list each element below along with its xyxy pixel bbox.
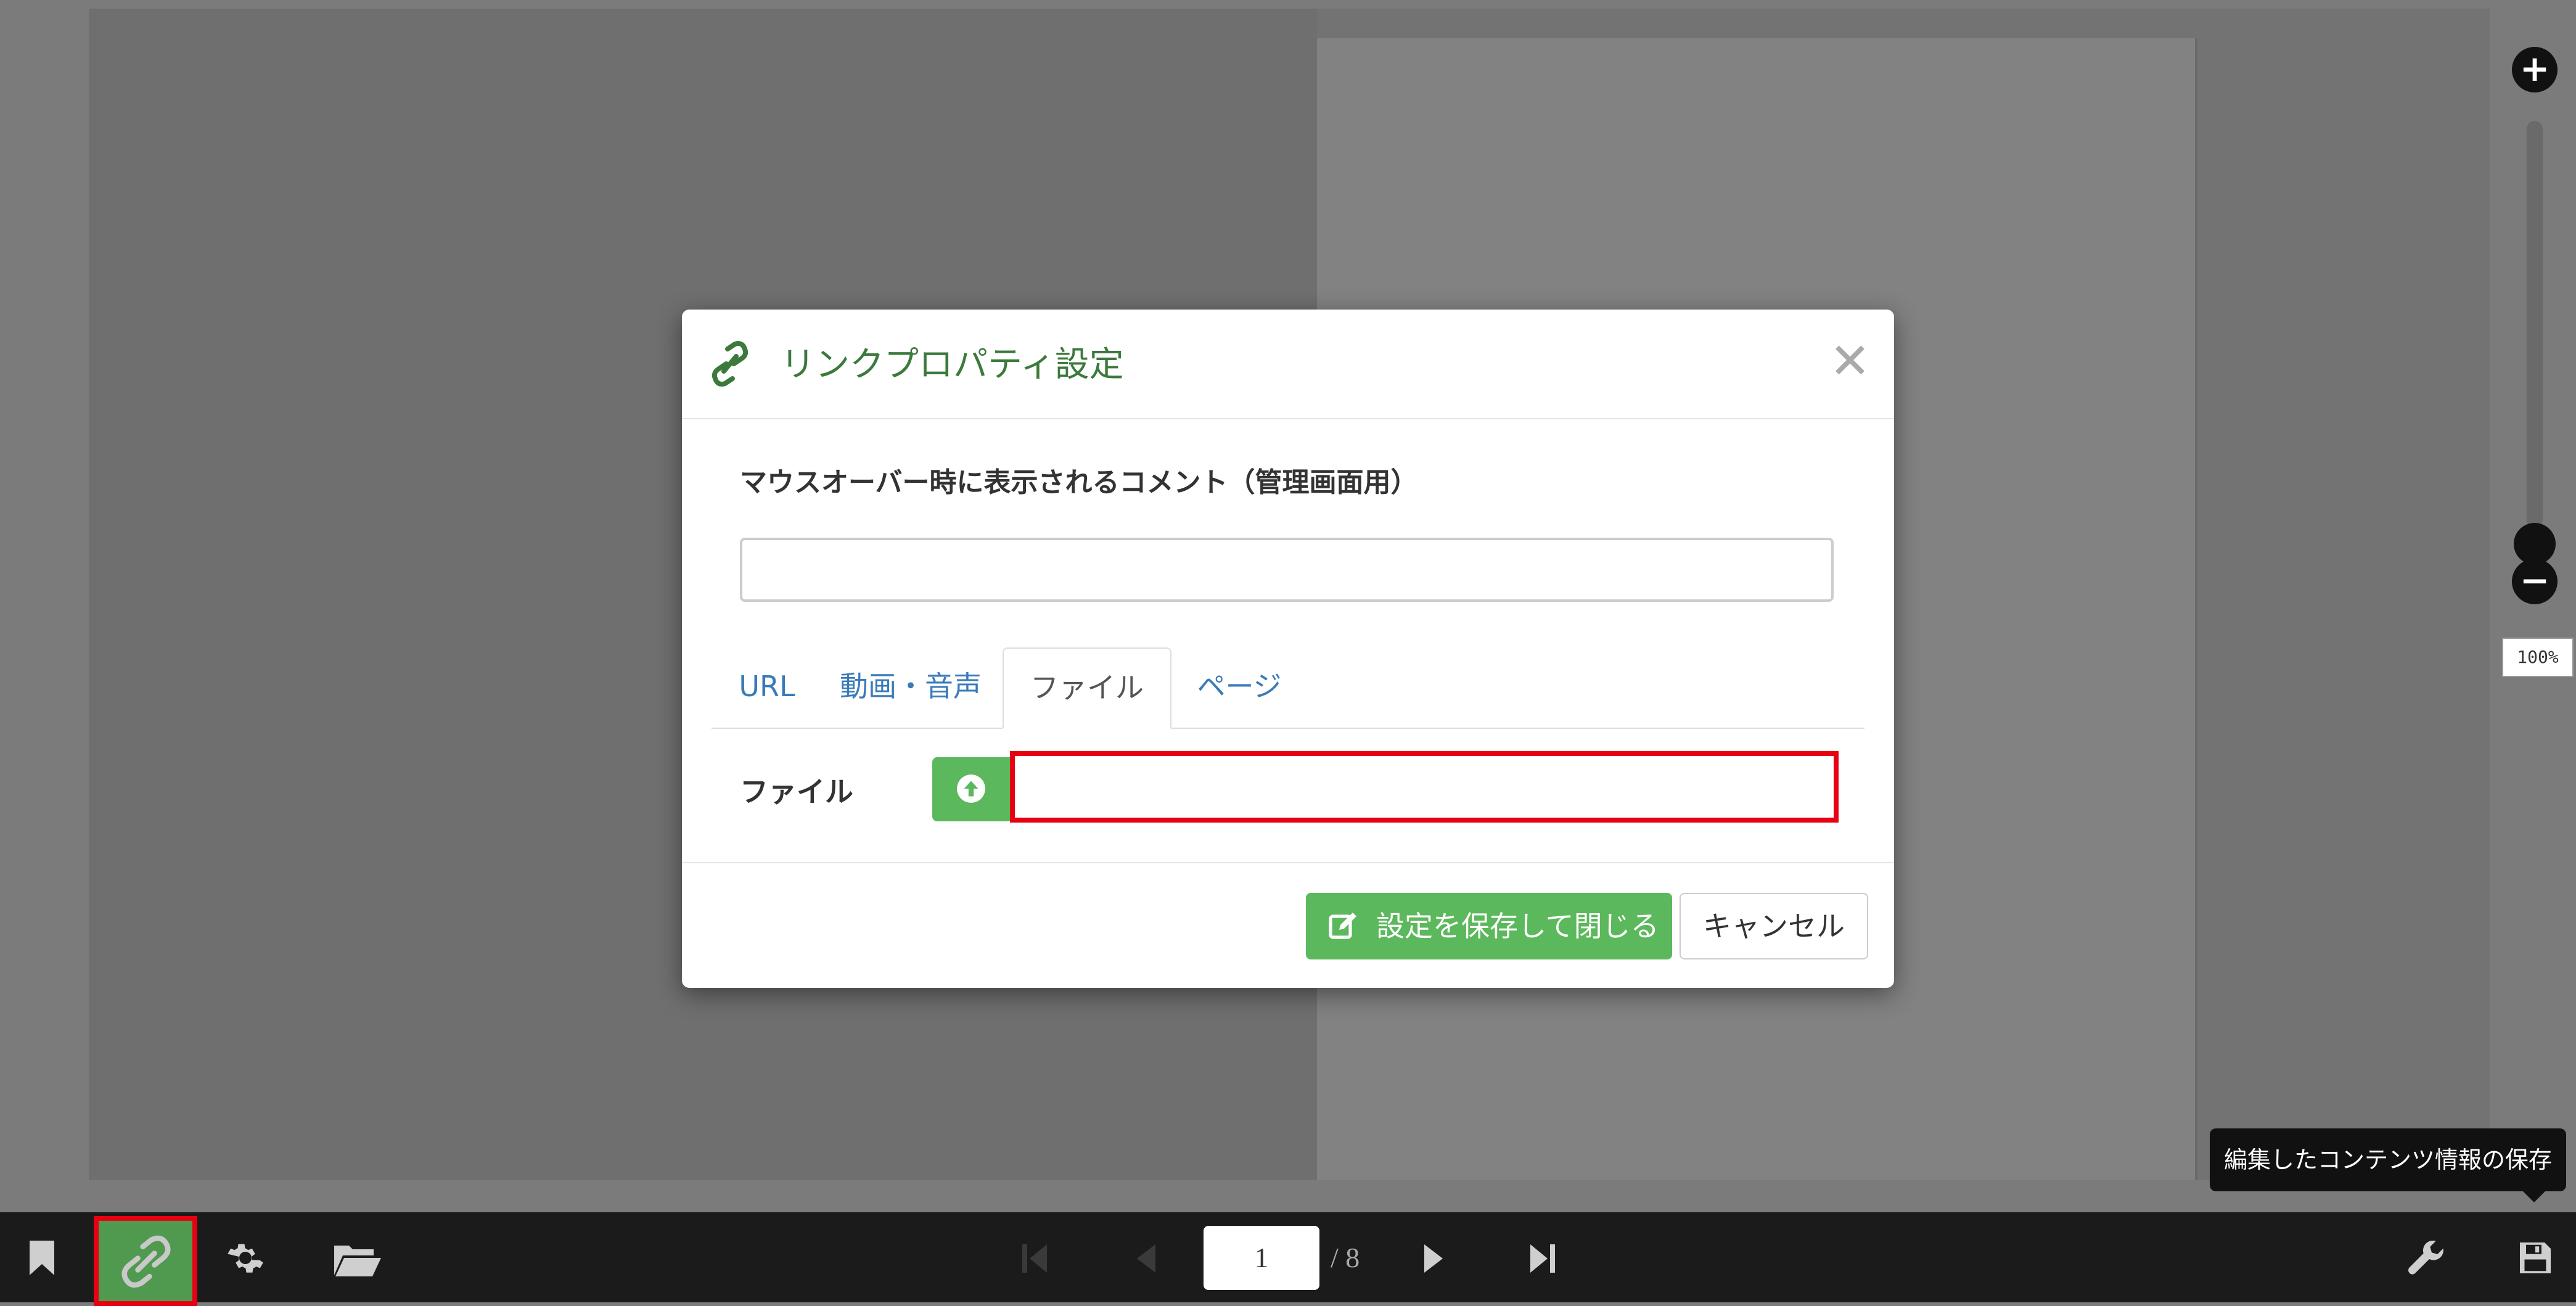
link-type-tabs: URL 動画・音声 ファイル ページ <box>712 647 1864 729</box>
page-number-input[interactable]: 1 <box>1204 1226 1319 1290</box>
comment-label: マウスオーバー時に表示されるコメント（管理画面用） <box>740 467 1418 498</box>
save-and-close-label: 設定を保存して閉じる <box>1376 910 1659 943</box>
zoom-slider[interactable] <box>2514 121 2556 565</box>
save-and-close-button[interactable]: 設定を保存して閉じる <box>1306 893 1672 959</box>
cancel-button[interactable]: キャンセル <box>1680 893 1868 959</box>
comment-input[interactable] <box>740 538 1834 602</box>
wrench-icon[interactable] <box>2407 1239 2447 1279</box>
tab-url[interactable]: URL <box>712 647 822 728</box>
tooltip-arrow <box>2522 1190 2546 1202</box>
upload-icon <box>957 774 985 803</box>
link-icon <box>712 341 749 387</box>
file-label: ファイル <box>740 775 853 808</box>
gear-icon[interactable] <box>227 1239 264 1276</box>
link-tool-button[interactable] <box>94 1216 197 1306</box>
file-path-input[interactable] <box>1010 751 1839 823</box>
prev-page-icon[interactable] <box>1133 1243 1158 1274</box>
last-page-icon[interactable] <box>1529 1243 1556 1274</box>
zoom-out-button[interactable]: − <box>2512 559 2558 604</box>
tab-page[interactable]: ページ <box>1171 647 1307 728</box>
next-page-icon[interactable] <box>1422 1243 1446 1274</box>
edit-icon <box>1329 913 1356 939</box>
bookmark-icon[interactable] <box>28 1239 55 1276</box>
zoom-level-label: 100% <box>2502 638 2574 677</box>
dialog-header: リンクプロパティ設定 ✕ <box>682 310 1894 419</box>
save-icon[interactable] <box>2517 1239 2554 1276</box>
link-property-dialog: リンクプロパティ設定 ✕ マウスオーバー時に表示されるコメント（管理画面用） U… <box>682 310 1894 988</box>
tab-video-audio[interactable]: 動画・音声 <box>822 647 999 728</box>
close-icon[interactable]: ✕ <box>1829 337 1871 386</box>
link-icon <box>121 1235 171 1288</box>
dialog-footer-divider <box>682 862 1894 863</box>
folder-open-icon[interactable] <box>333 1242 382 1278</box>
first-page-icon[interactable] <box>1021 1243 1048 1274</box>
upload-button[interactable] <box>932 757 1012 821</box>
page-total: / 8 <box>1331 1242 1360 1273</box>
zoom-in-button[interactable]: + <box>2512 47 2558 92</box>
tab-file[interactable]: ファイル <box>1003 647 1171 729</box>
save-tooltip: 編集したコンテンツ情報の保存 <box>2210 1128 2566 1191</box>
bottom-toolbar: 1 / 8 <box>0 1212 2576 1306</box>
dialog-title: リンクプロパティ設定 <box>781 345 1124 385</box>
